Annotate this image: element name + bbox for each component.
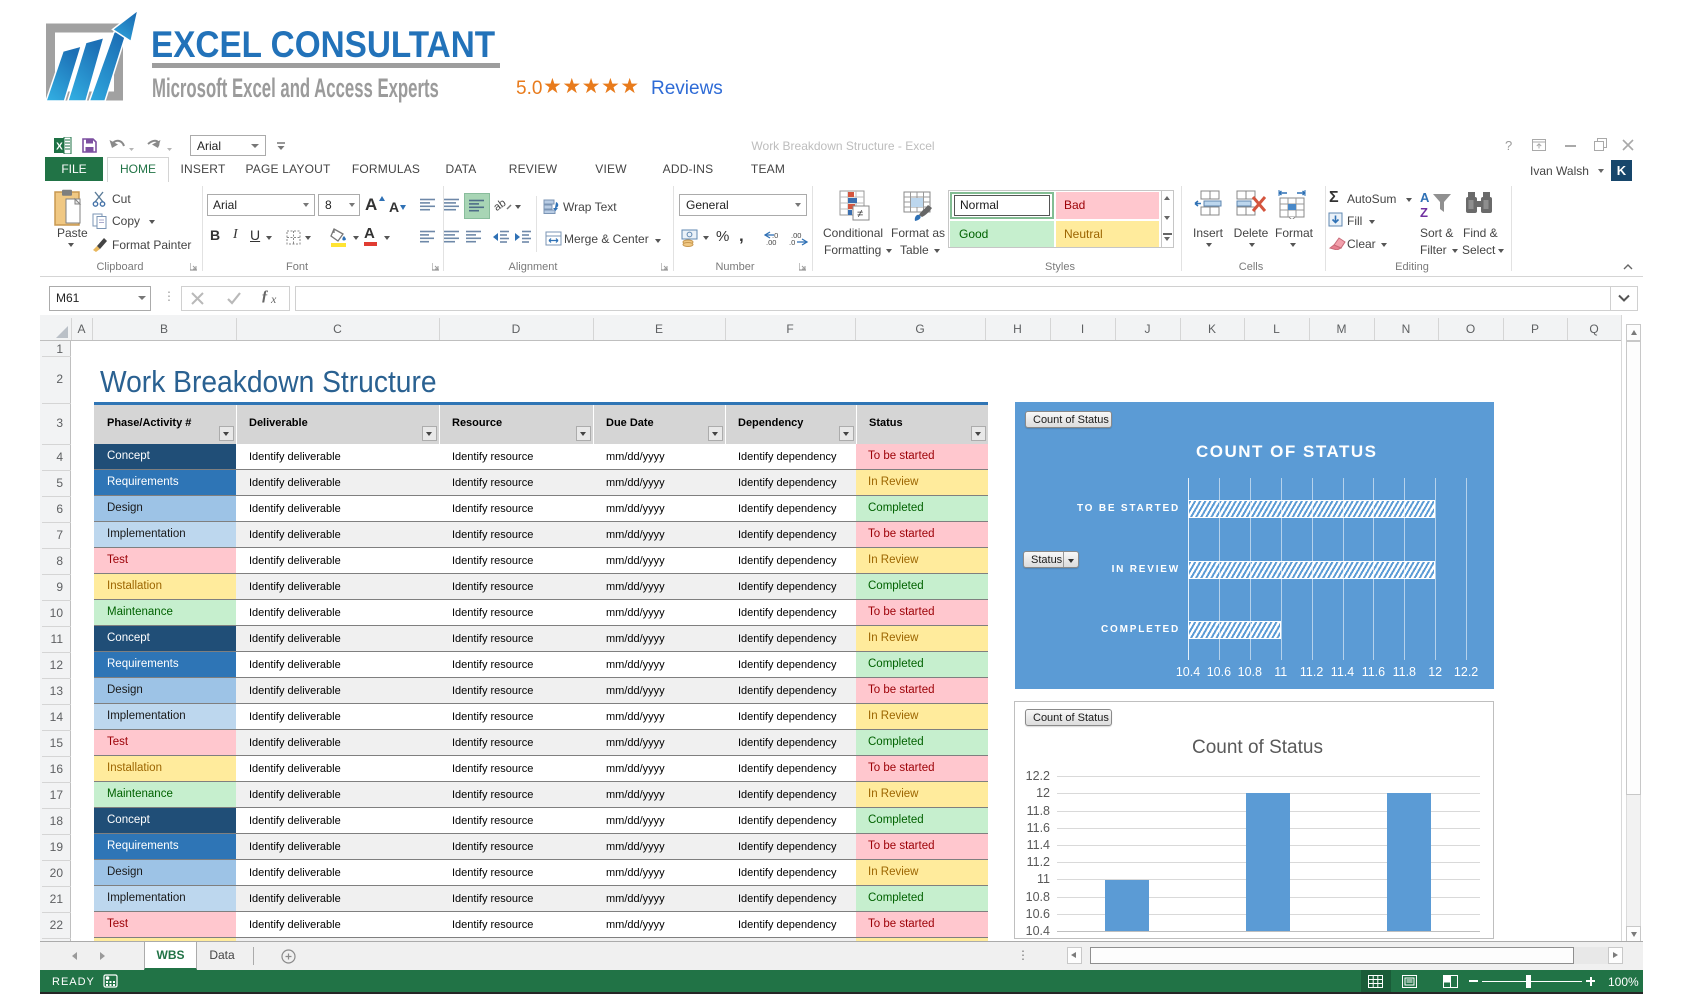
svg-text:A: A bbox=[1420, 190, 1430, 205]
svg-text:Z: Z bbox=[1420, 205, 1428, 220]
svg-text:.0: .0 bbox=[789, 238, 795, 246]
svg-text:ab: ab bbox=[494, 197, 508, 214]
svg-text:.00: .00 bbox=[766, 238, 776, 246]
svg-text:≠: ≠ bbox=[857, 208, 863, 220]
svg-text:X: X bbox=[56, 142, 63, 153]
